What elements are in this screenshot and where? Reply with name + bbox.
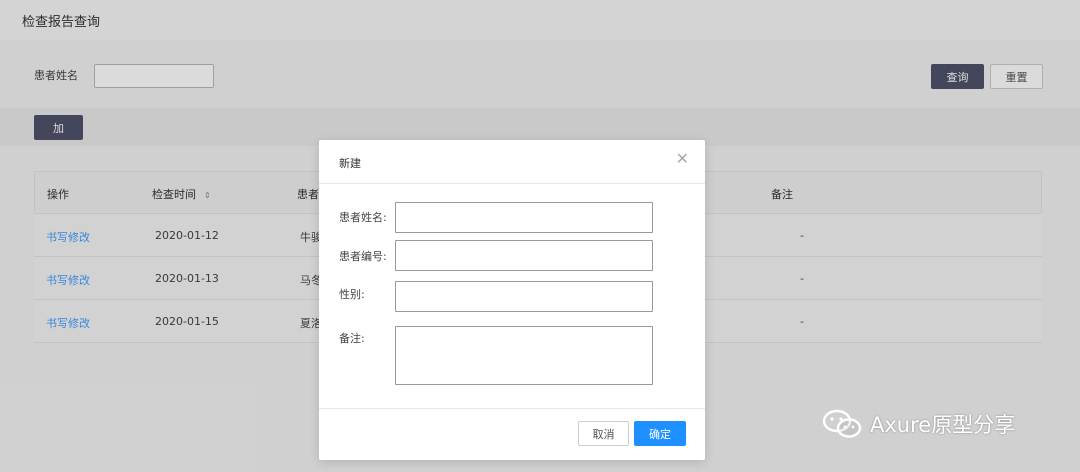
- watermark-text: Axure原型分享: [870, 413, 1016, 437]
- confirm-button[interactable]: 确定: [634, 421, 686, 446]
- patient-name-field[interactable]: [395, 202, 653, 233]
- patient-number-field[interactable]: [395, 240, 653, 271]
- new-record-dialog: 新建 ✕ 患者姓名: 患者编号: 性别: 备注: 取消 确定: [319, 140, 705, 460]
- page: 检查报告查询 患者姓名 查询 重置 加 操作 检查时间 ⇕ 患者 备注 书写修改 …: [0, 0, 1080, 472]
- gender-field[interactable]: [395, 281, 653, 312]
- divider: [319, 408, 705, 409]
- patient-name-label: 患者姓名:: [339, 211, 387, 224]
- divider: [319, 183, 705, 184]
- dialog-title: 新建: [339, 157, 361, 170]
- watermark: Axure原型分享: [822, 406, 1015, 442]
- gender-label: 性别:: [339, 288, 365, 301]
- cancel-button[interactable]: 取消: [578, 421, 629, 446]
- wechat-icon: [822, 409, 862, 438]
- note-label: 备注:: [339, 332, 365, 345]
- patient-number-label: 患者编号:: [339, 250, 387, 263]
- note-textarea[interactable]: [395, 326, 653, 385]
- close-icon[interactable]: ✕: [676, 151, 689, 167]
